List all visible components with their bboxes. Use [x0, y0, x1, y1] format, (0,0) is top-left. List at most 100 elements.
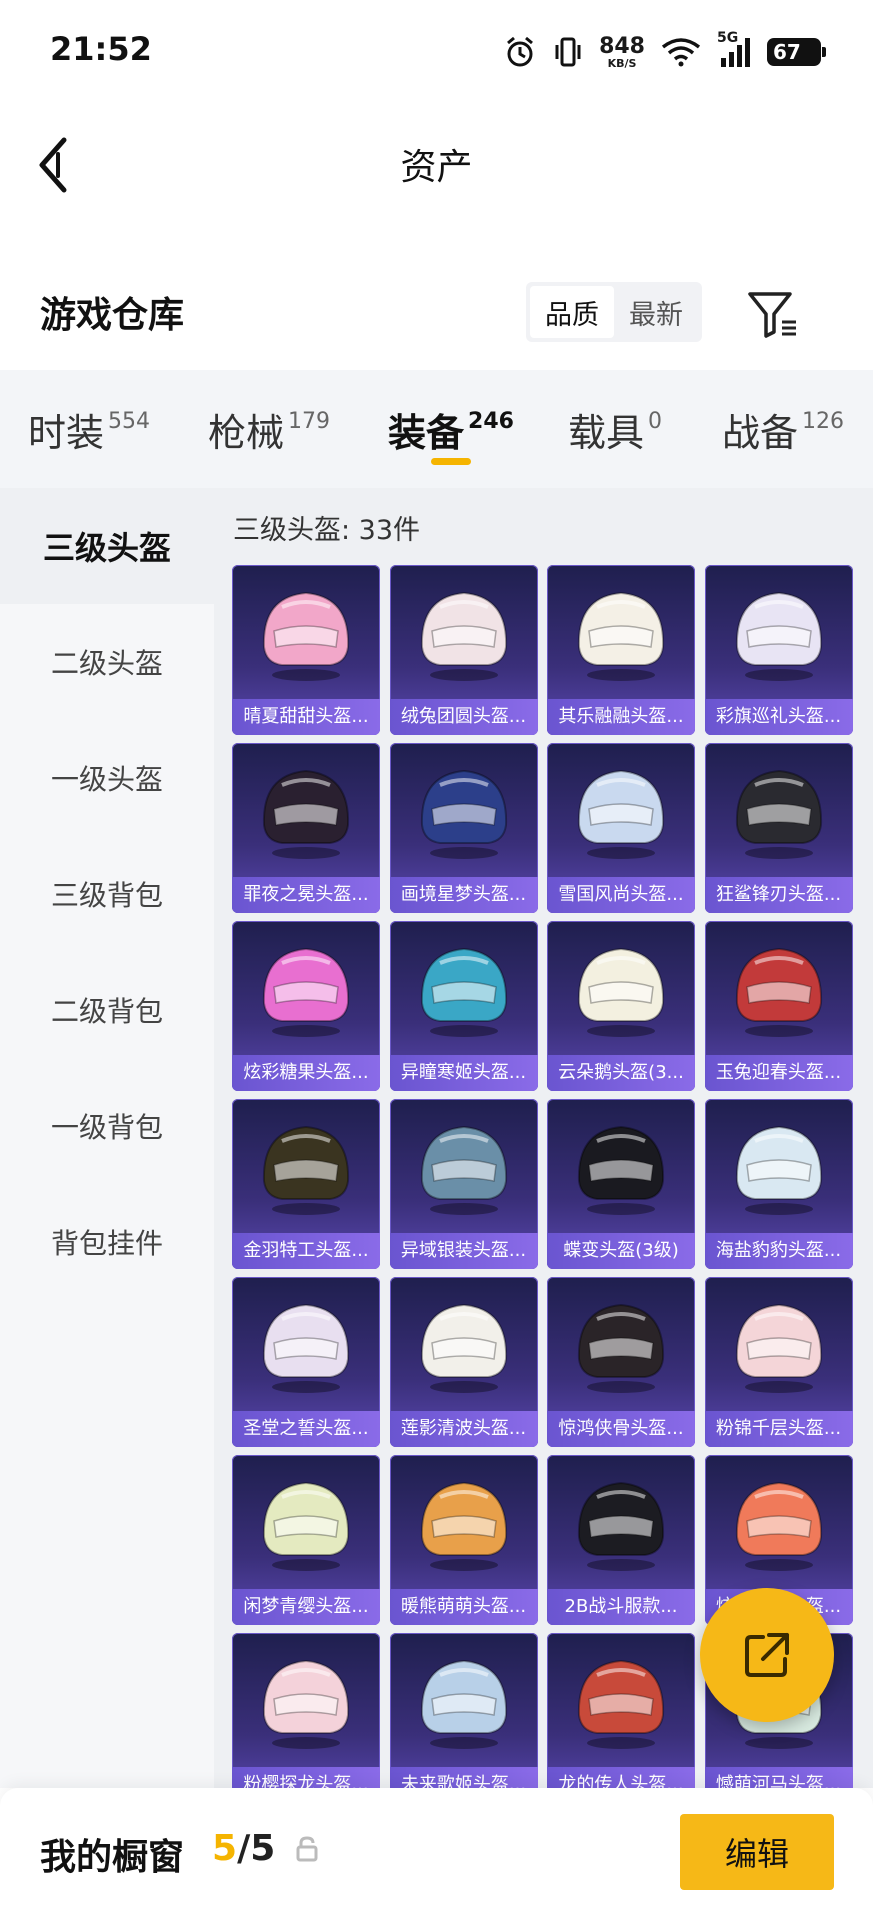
helmet-icon	[547, 1277, 695, 1411]
item-card[interactable]: 晴夏甜甜头盔...	[232, 565, 380, 735]
item-name: 雪国风尚头盔...	[547, 877, 695, 913]
helmet-icon	[390, 1633, 538, 1767]
item-name: 粉锦千层头盔...	[704, 1411, 853, 1447]
helmet-icon	[705, 565, 853, 699]
network-type: 5G	[717, 30, 739, 46]
filter-button[interactable]	[744, 286, 800, 342]
item-card[interactable]: 2B战斗服款...	[547, 1455, 695, 1625]
item-card[interactable]: 粉锦千层头盔...	[704, 1277, 853, 1447]
item-card[interactable]: 闲梦青缨头盔...	[232, 1455, 380, 1625]
helmet-icon	[547, 1633, 695, 1767]
bottom-bar: 我的橱窗 5/5 编辑	[0, 1788, 873, 1920]
helmet-icon	[232, 1277, 380, 1411]
item-card[interactable]: 未来歌姬头盔...	[389, 1633, 538, 1788]
item-card[interactable]: 蝶变头盔(3级)	[547, 1099, 695, 1269]
status-icons: 848 KB/S 5G 67	[503, 30, 826, 72]
showcase-label: 我的橱窗	[40, 1837, 185, 1878]
item-card[interactable]: 雪国风尚头盔...	[547, 743, 695, 913]
item-name: 未来歌姬头盔...	[389, 1767, 538, 1788]
helmet-icon	[547, 565, 695, 699]
item-card[interactable]: 粉樱探龙头盔...	[232, 1633, 380, 1788]
net-speed-unit: KB/S	[607, 56, 637, 70]
net-speed-value: 848	[599, 33, 645, 59]
tab-fashion[interactable]: 时装 554	[28, 402, 150, 472]
item-card[interactable]: 惊鸿侠骨头盔...	[547, 1277, 695, 1447]
helmet-icon	[705, 1277, 853, 1411]
item-card[interactable]: 炫彩糖果头盔...	[232, 921, 380, 1091]
item-card[interactable]: 圣堂之誓头盔...	[232, 1277, 380, 1447]
page-title: 资产	[400, 147, 473, 188]
sort-option-latest[interactable]: 最新	[614, 286, 698, 338]
item-card[interactable]: 龙的传人头盔...	[547, 1633, 695, 1788]
item-name: 异域银装头盔...	[389, 1233, 538, 1269]
item-card[interactable]: 金羽特工头盔...	[232, 1099, 380, 1269]
helmet-icon	[705, 921, 853, 1055]
tab-supplies[interactable]: 战备 126	[722, 402, 844, 472]
tab-label: 枪械	[208, 411, 285, 455]
category-sidebar: 三级头盔 二级头盔 一级头盔 三级背包 二级背包 一级背包 背包挂件	[0, 488, 214, 1788]
item-name: 画境星梦头盔...	[389, 877, 538, 913]
category-level1-backpack[interactable]: 一级背包	[0, 1068, 214, 1184]
item-card[interactable]: 异域银装头盔...	[389, 1099, 538, 1269]
sort-option-quality[interactable]: 品质	[530, 286, 614, 338]
item-name: 海盐豹豹头盔...	[704, 1233, 853, 1269]
item-card[interactable]: 狂鲨锋刃头盔...	[704, 743, 853, 913]
item-name: 憾萌河马头盔...	[704, 1767, 853, 1788]
category-backpack-charm[interactable]: 背包挂件	[0, 1184, 214, 1300]
tab-count: 246	[468, 409, 514, 434]
vibrate-icon	[553, 35, 583, 69]
tab-count: 179	[288, 409, 331, 434]
item-card[interactable]: 绒兔团圆头盔...	[389, 565, 538, 735]
item-card[interactable]: 异瞳寒姬头盔...	[389, 921, 538, 1091]
active-tab-indicator	[431, 458, 471, 465]
helmet-icon	[390, 1455, 538, 1589]
item-card[interactable]: 暖熊萌萌头盔...	[389, 1455, 538, 1625]
item-name: 云朵鹅头盔(3...	[547, 1055, 695, 1091]
helmet-icon	[390, 565, 538, 699]
category-level2-helmet[interactable]: 二级头盔	[0, 604, 214, 720]
tab-weapons[interactable]: 枪械 179	[208, 402, 330, 472]
filter-list-icon	[748, 292, 796, 338]
tabs-bar: 时装 554 枪械 179 装备 246 载具 0 战备 126	[0, 370, 873, 488]
item-name: 龙的传人头盔...	[547, 1767, 695, 1788]
battery-icon: 67	[767, 38, 826, 66]
item-name: 彩旗巡礼头盔...	[704, 699, 853, 735]
showcase-count: 5/5	[212, 1828, 275, 1869]
item-name: 闲梦青缨头盔...	[232, 1589, 380, 1625]
item-name: 惊鸿侠骨头盔...	[547, 1411, 695, 1447]
category-level2-backpack[interactable]: 二级背包	[0, 952, 214, 1068]
helmet-icon	[232, 921, 380, 1055]
item-card[interactable]: 彩旗巡礼头盔...	[704, 565, 853, 735]
item-card[interactable]: 海盐豹豹头盔...	[704, 1099, 853, 1269]
item-name: 绒兔团圆头盔...	[389, 699, 538, 735]
tab-label: 时装	[28, 411, 105, 455]
helmet-icon	[705, 1455, 853, 1589]
item-name: 暖熊萌萌头盔...	[389, 1589, 538, 1625]
item-name: 狂鲨锋刃头盔...	[704, 877, 853, 913]
helmet-icon	[232, 1099, 380, 1233]
helmet-icon	[232, 1455, 380, 1589]
item-name: 2B战斗服款...	[547, 1589, 695, 1625]
item-card[interactable]: 罪夜之冕头盔...	[232, 743, 380, 913]
item-card[interactable]: 画境星梦头盔...	[389, 743, 538, 913]
item-card[interactable]: 云朵鹅头盔(3...	[547, 921, 695, 1091]
status-time: 21:52	[50, 30, 152, 68]
item-name: 蝶变头盔(3级)	[547, 1233, 695, 1269]
item-card[interactable]: 玉兔迎春头盔...	[704, 921, 853, 1091]
sort-toggle: 品质 最新	[526, 282, 702, 342]
category-level3-helmet[interactable]: 三级头盔	[0, 488, 214, 604]
tab-vehicles[interactable]: 载具 0	[568, 402, 662, 472]
edit-button[interactable]: 编辑	[680, 1814, 834, 1890]
status-bar: 21:52 848 KB/S 5G 67	[0, 0, 873, 100]
item-card[interactable]: 莲影清波头盔...	[389, 1277, 538, 1447]
category-level1-helmet[interactable]: 一级头盔	[0, 720, 214, 836]
item-name: 圣堂之誓头盔...	[232, 1411, 380, 1447]
item-name: 罪夜之冕头盔...	[232, 877, 380, 913]
tab-count: 0	[648, 409, 663, 434]
helmet-icon	[705, 1099, 853, 1233]
helmet-icon	[390, 1099, 538, 1233]
item-card[interactable]: 其乐融融头盔...	[547, 565, 695, 735]
warehouse-title: 游戏仓库	[40, 295, 185, 336]
share-button[interactable]	[700, 1588, 834, 1722]
category-level3-backpack[interactable]: 三级背包	[0, 836, 214, 952]
